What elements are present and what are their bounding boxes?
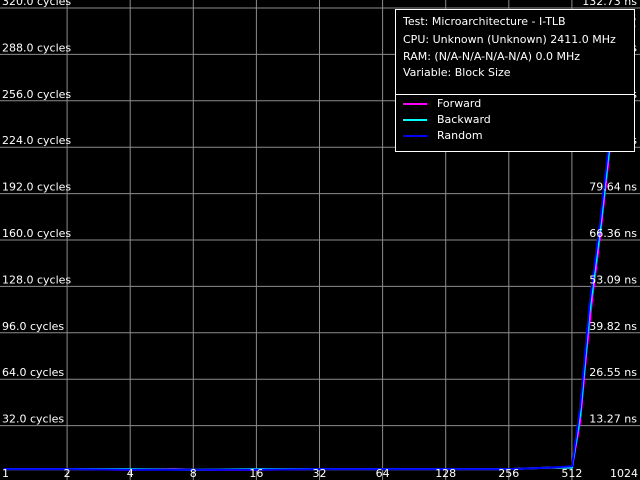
y-right-tick-label: 39.82 ns	[589, 320, 637, 333]
info-cpu: CPU: Unknown (Unknown) 2411.0 MHz	[403, 33, 616, 46]
y-left-tick-label: 96.0 cycles	[2, 320, 64, 333]
x-tick-label: 16	[249, 467, 263, 480]
legend-item-random: Random	[403, 129, 483, 143]
y-left-tick-label: 288.0 cycles	[2, 41, 71, 54]
x-tick-label: 1024	[610, 467, 638, 480]
x-tick-label: 1	[2, 467, 9, 480]
x-tick-label: 256	[498, 467, 519, 480]
legend-item-forward: Forward	[403, 97, 481, 111]
info-test: Test: Microarchitecture - I-TLB	[403, 15, 566, 28]
legend-swatch-backward	[403, 119, 427, 121]
info-ram: RAM: (N/A-N/A-N/A-N/A) 0.0 MHz	[403, 50, 581, 63]
y-right-tick-label: 53.09 ns	[589, 273, 637, 286]
y-left-tick-label: 160.0 cycles	[2, 227, 71, 240]
y-right-tick-label: 66.36 ns	[589, 227, 637, 240]
info-variable: Variable: Block Size	[403, 66, 511, 79]
y-right-tick-label: 13.27 ns	[589, 413, 637, 426]
x-tick-label: 128	[435, 467, 456, 480]
y-left-tick-label: 32.0 cycles	[2, 413, 64, 426]
legend-swatch-forward	[403, 103, 427, 105]
y-left-tick-label: 224.0 cycles	[2, 134, 71, 147]
legend-separator	[396, 94, 634, 95]
y-right-tick-label: 132.73 ns	[582, 0, 637, 8]
x-tick-label: 512	[561, 467, 582, 480]
x-tick-label: 8	[190, 467, 197, 480]
x-tick-label: 64	[376, 467, 390, 480]
legend-label-backward: Backward	[437, 113, 491, 126]
legend-label-random: Random	[437, 129, 483, 142]
x-tick-label: 32	[313, 467, 327, 480]
y-right-tick-label: 26.55 ns	[589, 366, 637, 379]
legend-item-backward: Backward	[403, 113, 491, 127]
y-left-tick-label: 64.0 cycles	[2, 366, 64, 379]
info-legend-panel: Test: Microarchitecture - I-TLB CPU: Unk…	[395, 9, 635, 152]
y-right-tick-label: 79.64 ns	[589, 181, 637, 194]
y-left-tick-label: 192.0 cycles	[2, 181, 71, 194]
x-tick-label: 2	[64, 467, 71, 480]
y-left-tick-label: 256.0 cycles	[2, 88, 71, 101]
legend-label-forward: Forward	[437, 97, 482, 110]
x-tick-label: 4	[127, 467, 134, 480]
y-left-tick-label: 128.0 cycles	[2, 273, 71, 286]
y-left-tick-label: 320.0 cycles	[2, 0, 71, 8]
legend-swatch-random	[403, 135, 427, 137]
